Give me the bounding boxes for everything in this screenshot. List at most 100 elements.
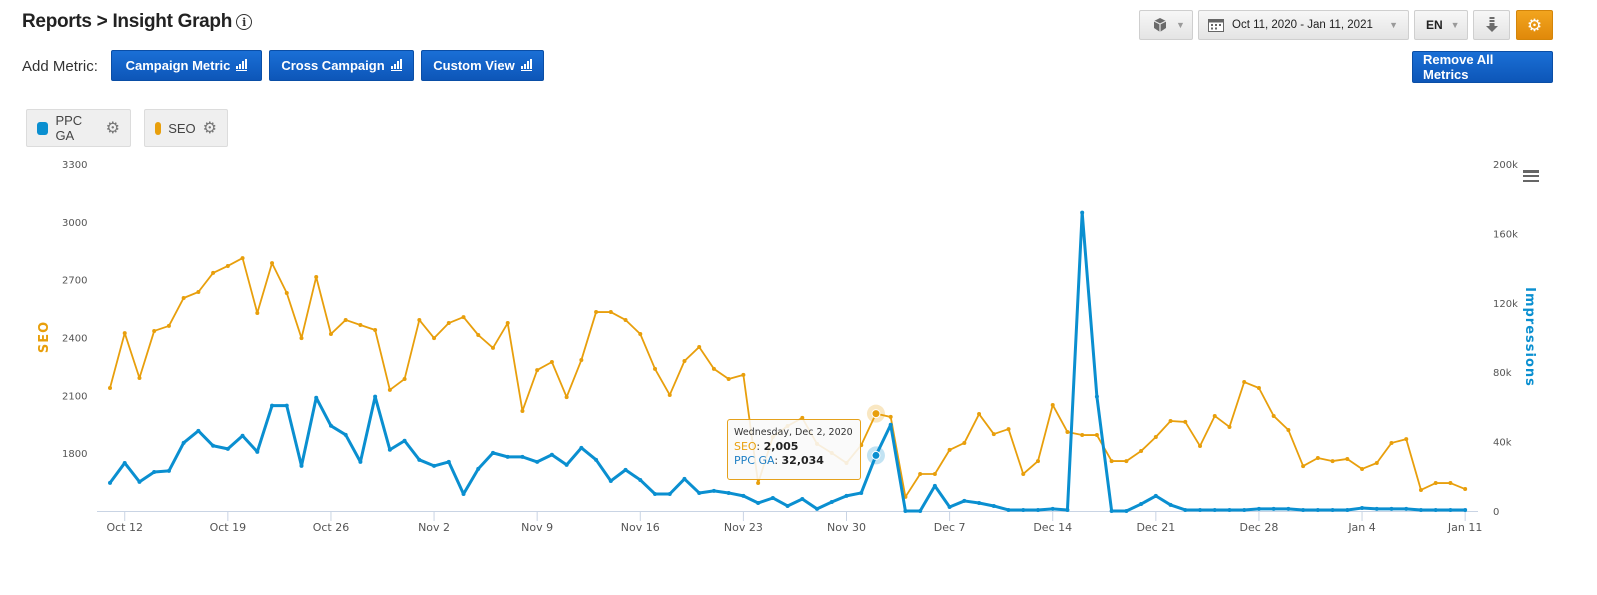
- insight-line-chart: 1800 2100 2400 2700 3000 3300 0 40k 80k 120k 160k…: [37, 160, 1537, 534]
- remove-all-metrics-label: Remove All Metrics: [1423, 52, 1494, 82]
- seo-point: [152, 328, 157, 333]
- ppc-ga-point: [196, 428, 201, 433]
- campaign-metric-label: Campaign Metric: [125, 58, 231, 73]
- add-metric-label: Add Metric:: [22, 58, 98, 75]
- ppc-ga-point: [1374, 506, 1379, 511]
- seo-point: [1389, 440, 1394, 445]
- ppc-ga-point: [918, 509, 923, 513]
- left-tick-label: 1800: [62, 449, 87, 460]
- gear-icon[interactable]: ⚙: [203, 118, 217, 138]
- right-tick-label: 160k: [1493, 229, 1518, 240]
- ppc-ga-point: [461, 491, 466, 496]
- seo-point: [1198, 444, 1203, 449]
- seo-point: [211, 270, 216, 275]
- cube-icon: [1153, 18, 1167, 32]
- tooltip-ppc-value: 32,034: [781, 454, 824, 467]
- seo-point: [711, 366, 716, 371]
- campaign-metric-button[interactable]: Campaign Metric: [111, 50, 262, 81]
- seo-point: [328, 332, 333, 337]
- x-tick-label: Oct 12: [106, 521, 143, 534]
- seo-point: [608, 310, 613, 315]
- seo-point: [461, 315, 466, 320]
- info-icon[interactable]: i: [236, 14, 253, 30]
- ppc-ga-point: [1050, 506, 1055, 511]
- gear-icon[interactable]: ⚙: [106, 118, 120, 138]
- ppc-ga-point: [564, 462, 569, 467]
- ppc-ga-point: [108, 480, 112, 485]
- cube-dropdown[interactable]: ▼: [1139, 10, 1193, 40]
- seo-point: [122, 331, 127, 336]
- legend-item-ppc-ga[interactable]: PPC GA ⚙: [26, 109, 131, 147]
- ppc-ga-point: [1330, 507, 1335, 512]
- x-tick-label: Jan 4: [1347, 521, 1375, 534]
- ppc-ga-point: [343, 432, 348, 437]
- seo-point: [1433, 481, 1438, 486]
- left-axis-ticks: 1800 2100 2400 2700 3000 3300: [62, 160, 87, 460]
- ppc-ga-point: [711, 488, 716, 493]
- seo-point: [1139, 449, 1144, 454]
- ppc-ga-point: [476, 466, 481, 471]
- settings-button[interactable]: ⚙: [1516, 10, 1553, 40]
- ppc-ga-point: [977, 501, 982, 506]
- ppc-ga-point: [623, 467, 628, 472]
- seo-point: [1021, 471, 1026, 476]
- seo-point: [1080, 433, 1085, 438]
- ppc-ga-point: [446, 459, 451, 464]
- seo-point: [432, 336, 437, 341]
- right-tick-label: 120k: [1493, 299, 1518, 310]
- chart-menu-icon[interactable]: [1523, 170, 1539, 182]
- ppc-ga-point: [1212, 507, 1217, 512]
- seo-point: [108, 386, 112, 391]
- ppc-ga-point: [402, 438, 407, 443]
- ppc-ga-point: [122, 460, 127, 465]
- ppc-ga-point: [299, 463, 304, 468]
- download-button[interactable]: [1473, 10, 1510, 40]
- ppc-ga-point: [991, 503, 996, 508]
- ppc-ga-point: [667, 491, 672, 496]
- right-tick-label: 80k: [1493, 368, 1512, 379]
- ppc-ga-point: [1065, 507, 1070, 512]
- ppc-ga-point: [829, 499, 834, 504]
- ppc-ga-point: [1168, 502, 1173, 507]
- seo-point: [1212, 413, 1217, 418]
- x-tick-label: Dec 7: [934, 521, 966, 534]
- legend-item-seo[interactable]: SEO ⚙: [144, 109, 228, 147]
- seo-point: [667, 392, 672, 397]
- bar-chart-icon: [390, 59, 402, 71]
- ppc-ga-point: [844, 493, 849, 498]
- seo-swatch: [155, 121, 162, 135]
- custom-view-label: Custom View: [433, 58, 515, 73]
- date-range-picker[interactable]: Oct 11, 2020 - Jan 11, 2021 ▼: [1198, 10, 1409, 40]
- seo-point: [1035, 459, 1040, 464]
- seo-point: [1065, 429, 1070, 434]
- seo-point: [594, 310, 599, 315]
- seo-point: [1183, 419, 1188, 424]
- ppc-ga-point: [166, 468, 171, 473]
- left-tick-label: 3300: [62, 160, 87, 171]
- ppc-ga-point: [770, 495, 775, 500]
- seo-point: [888, 414, 893, 419]
- ppc-ga-point: [1360, 506, 1365, 511]
- language-dropdown[interactable]: EN ▼: [1414, 10, 1468, 40]
- ppc-ga-point: [1183, 507, 1188, 512]
- seo-point: [1227, 424, 1232, 429]
- ppc-ga-point: [1301, 507, 1306, 512]
- ppc-ga-point: [1080, 210, 1085, 215]
- seo-point: [697, 344, 702, 349]
- cross-campaign-button[interactable]: Cross Campaign: [269, 50, 414, 81]
- ppc-ga-point: [800, 497, 805, 502]
- legend-label: SEO: [168, 120, 196, 136]
- seo-point: [1168, 418, 1173, 423]
- seo-point: [490, 345, 495, 350]
- seo-point: [299, 336, 304, 341]
- ppc-ga-point: [608, 478, 613, 483]
- seo-point: [962, 440, 967, 445]
- ppc-ga-point: [932, 483, 937, 488]
- seo-point: [1404, 437, 1409, 442]
- bar-chart-icon: [236, 59, 248, 71]
- custom-view-button[interactable]: Custom View: [421, 50, 544, 81]
- remove-all-metrics-button[interactable]: Remove All Metrics: [1412, 51, 1553, 83]
- seo-point: [535, 368, 540, 373]
- seo-point: [947, 447, 952, 452]
- left-tick-label: 2400: [62, 334, 87, 345]
